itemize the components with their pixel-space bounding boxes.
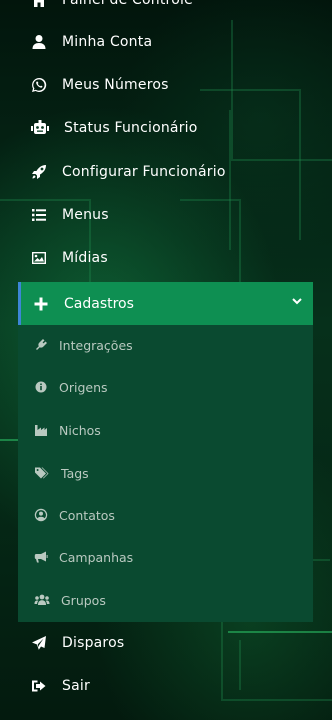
sidebar-item-label: Menus [62, 207, 109, 223]
sidebar-item-label: Disparos [62, 635, 125, 651]
robot-icon [31, 120, 49, 136]
submenu-item-grupos[interactable]: Grupos [18, 580, 313, 620]
submenu-item-integracoes[interactable]: Integrações [18, 325, 313, 365]
submenu-item-campanhas[interactable]: Campanhas [18, 537, 313, 577]
plus-icon [33, 296, 49, 312]
users-icon [34, 593, 50, 607]
whatsapp-icon [31, 77, 47, 93]
bullhorn-icon [34, 550, 48, 564]
sidebar-item-label: Configurar Funcionário [62, 164, 226, 180]
paper-plane-icon [31, 635, 47, 651]
rocket-icon [31, 164, 47, 180]
sign-out-icon [31, 678, 47, 694]
sidebar-item-label: Sair [62, 678, 90, 694]
sidebar-item-painel[interactable]: Painel de Controle [18, 0, 313, 20]
submenu-item-label: Origens [59, 379, 108, 395]
submenu-item-label: Nichos [59, 422, 101, 438]
tags-icon [34, 466, 50, 480]
sidebar-item-configurar-funcionario[interactable]: Configurar Funcionário [18, 152, 313, 192]
list-icon [31, 207, 47, 223]
sidebar-item-minha-conta[interactable]: Minha Conta [18, 22, 313, 62]
sidebar-item-label: Meus Números [62, 77, 169, 93]
sidebar-item-label: Status Funcionário [64, 120, 198, 136]
sidebar-item-label: Painel de Controle [62, 0, 193, 8]
submenu-item-label: Grupos [61, 592, 106, 608]
chevron-down-icon[interactable] [291, 295, 303, 307]
submenu-item-nichos[interactable]: Nichos [18, 410, 313, 450]
submenu-item-label: Campanhas [59, 549, 134, 565]
sidebar-item-sair[interactable]: Sair [18, 666, 313, 706]
sidebar-item-meus-numeros[interactable]: Meus Números [18, 65, 313, 105]
submenu-item-label: Contatos [59, 507, 115, 523]
user-icon [31, 34, 47, 50]
industry-icon [34, 423, 48, 437]
sidebar-menu: Painel de Controle Minha Conta Meus Núme… [0, 0, 332, 720]
sidebar-item-menus[interactable]: Menus [18, 195, 313, 235]
plug-icon [34, 338, 48, 352]
cadastros-submenu: Integrações Origens Nichos Tags Contatos [18, 325, 313, 622]
sidebar-item-cadastros[interactable]: Cadastros [18, 282, 313, 325]
sidebar-item-status-funcionario[interactable]: Status Funcionário [18, 108, 313, 148]
sidebar-item-midias[interactable]: Mídias [18, 238, 313, 278]
image-icon [31, 250, 47, 266]
submenu-item-tags[interactable]: Tags [18, 453, 313, 493]
sidebar-item-label: Minha Conta [62, 34, 153, 50]
home-icon [31, 0, 47, 8]
info-icon [34, 380, 48, 394]
sidebar-item-label: Cadastros [64, 295, 134, 312]
user-circle-icon [34, 508, 48, 522]
sidebar-item-label: Mídias [62, 250, 108, 266]
submenu-item-contatos[interactable]: Contatos [18, 495, 313, 535]
submenu-item-origens[interactable]: Origens [18, 367, 313, 407]
sidebar-item-disparos[interactable]: Disparos [18, 623, 313, 663]
submenu-item-label: Integrações [59, 337, 133, 353]
submenu-item-label: Tags [61, 465, 89, 481]
